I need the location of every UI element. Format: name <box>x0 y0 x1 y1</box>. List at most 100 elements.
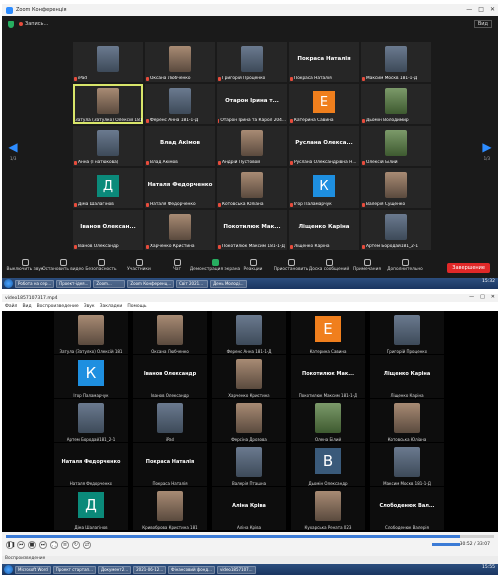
fullscreen-icon[interactable]: ⛶ <box>50 541 58 549</box>
participant-tile[interactable]: Олена Білий <box>291 399 365 442</box>
taskbar-item[interactable]: Microsoft Word <box>15 565 51 574</box>
menu-item[interactable]: Закладки <box>100 304 123 309</box>
maximize-icon[interactable]: □ <box>480 294 485 300</box>
video-frame[interactable]: Затула (Затулко) Олексій 181 Оксана Любче… <box>2 311 498 532</box>
participant-tile[interactable]: Ферсіна Дрозова <box>212 399 286 442</box>
participant-tile[interactable]: Артем Бородай181_2-1 <box>361 210 431 250</box>
menu-item[interactable]: Помощь <box>127 304 146 309</box>
playlist-icon[interactable]: ≡ <box>61 541 69 549</box>
participant-tile[interactable]: Затула (Затулко) Олексій 181 <box>54 311 128 354</box>
participant-tile[interactable]: Слободенюк Вал... Слободенюк Валерія <box>370 487 444 530</box>
participant-tile[interactable]: Покотилюк Мак... Покотилюк Максим 181-1-Д <box>291 355 365 398</box>
seek-bar[interactable] <box>6 535 494 538</box>
participant-tile[interactable]: Андрій Пустовой <box>217 126 287 166</box>
volume-slider[interactable] <box>432 543 460 546</box>
previous-icon[interactable]: ⏮ <box>17 541 25 549</box>
participant-tile[interactable]: Отарон Ірина т... Отарон Ірина та Карол 2… <box>217 84 287 124</box>
taskbar-item[interactable]: Світ 2021... <box>176 279 209 288</box>
participant-tile[interactable]: Затула (Затулко) Олексій 181 <box>73 84 143 124</box>
menu-item[interactable]: Звук <box>84 304 95 309</box>
participant-tile[interactable]: Покраса Наталія Покраса Наталія <box>133 443 207 486</box>
participant-tile[interactable]: Ліщенко Каріна Ліщенко Каріна <box>289 210 359 250</box>
notes-button[interactable]: Примечания <box>348 259 386 272</box>
participant-tile[interactable]: Руслана Олекса... Руслана Олександрівна Н… <box>289 126 359 166</box>
participant-tile[interactable]: К Ігор Паламарчук <box>54 355 128 398</box>
mute-button[interactable]: Выключить звук <box>6 259 44 272</box>
play-pause-icon[interactable]: ❚❚ <box>6 541 15 549</box>
participant-tile[interactable]: Покотилюк Мак... Покотилюк Максим 181-1-Д <box>217 210 287 250</box>
menu-item[interactable]: Файл <box>5 304 17 309</box>
taskbar-item[interactable]: 2021-06-12... <box>133 565 167 574</box>
participant-tile[interactable]: Максим Москв 181-1-Д <box>370 443 444 486</box>
participant-tile[interactable]: Наталя Федорченко Наталя Федорченко <box>54 443 128 486</box>
loop-icon[interactable]: ↻ <box>72 541 80 549</box>
participant-tile[interactable]: Аліна Кріва Аліна Кріва <box>212 487 286 530</box>
participant-tile[interactable]: Анна (Гнатюкова) <box>73 126 143 166</box>
taskbar-item[interactable]: Zoom Конференц... <box>127 279 175 288</box>
participant-tile[interactable]: Ференс Анна 181-1-Д <box>145 84 215 124</box>
taskbar-item[interactable]: Проект-ідея... <box>56 279 92 288</box>
participant-tile[interactable]: Оксана Любченко <box>133 311 207 354</box>
participant-tile[interactable]: Е Катерина Савина <box>291 311 365 354</box>
participant-tile[interactable]: Григорій Проценко <box>370 311 444 354</box>
participant-tile[interactable]: Д Діма Шалагінов <box>73 168 143 208</box>
menu-item[interactable]: Вид <box>22 304 31 309</box>
participant-tile[interactable]: Наталя Федорченко Наталя Федорченко <box>145 168 215 208</box>
participants-button[interactable]: Участники <box>120 259 158 272</box>
end-meeting-button[interactable]: Завершение <box>447 263 490 273</box>
close-icon[interactable]: ✕ <box>490 6 495 13</box>
participant-tile[interactable]: Покраса Наталія Покраса Наталія <box>289 42 359 82</box>
share-screen-button[interactable]: Демонстрация экрана <box>190 259 240 272</box>
participant-tile[interactable]: Дьомін Володимир <box>361 84 431 124</box>
next-icon[interactable]: ⏭ <box>39 541 47 549</box>
reactions-button[interactable]: Реакции <box>234 259 272 272</box>
participant-tile[interactable]: Котовська Юліана <box>370 399 444 442</box>
participant-tile[interactable]: Кривоброва Кристина 181 <box>133 487 207 530</box>
participant-tile[interactable]: Іванов Олексан... Іванов Олександр <box>73 210 143 250</box>
participant-tile[interactable]: Ференс Анна 181-1-Д <box>212 311 286 354</box>
taskbar-item[interactable]: Фінансовий фонд... <box>168 565 215 574</box>
participant-tile[interactable]: iPad <box>73 42 143 82</box>
participant-tile[interactable]: Максим Москв 181-1-Д <box>361 42 431 82</box>
taskbar-item[interactable]: День Молоді... <box>210 279 247 288</box>
taskbar-item[interactable]: video1857107... <box>216 565 256 574</box>
participant-tile[interactable]: Артем Бородай181_2-1 <box>54 399 128 442</box>
participant-tile[interactable]: К Ігор Паламарчук <box>289 168 359 208</box>
taskbar-item[interactable]: Робота на сер... <box>15 279 55 288</box>
participant-tile[interactable]: Валерія Сущенко <box>361 168 431 208</box>
prev-page-arrow-icon[interactable]: ◀ <box>8 140 18 154</box>
participant-tile[interactable]: iPad <box>133 399 207 442</box>
stop-video-button[interactable]: Остановить видео <box>42 259 84 272</box>
participant-tile[interactable]: Котовська Юліана <box>217 168 287 208</box>
participant-tile[interactable]: Валерія Пташна <box>212 443 286 486</box>
stop-icon[interactable]: ■ <box>28 541 36 549</box>
participant-tile[interactable]: Харченко Кристина <box>145 210 215 250</box>
whiteboard-button[interactable]: Доска сообщений <box>309 259 349 272</box>
taskbar-item[interactable]: Проект стартап... <box>52 565 96 574</box>
recording-indicator[interactable]: Запись... <box>19 21 48 27</box>
taskbar-item[interactable]: Zoom... <box>93 279 126 288</box>
shuffle-icon[interactable]: ⇄ <box>83 541 91 549</box>
participant-tile[interactable]: Влад Акімов Влад Акімов <box>145 126 215 166</box>
participant-tile[interactable]: Е Катерина Савина <box>289 84 359 124</box>
taskbar-item[interactable]: Документ2... <box>97 565 132 574</box>
participant-tile[interactable]: Д Діма Шалагінов <box>54 487 128 530</box>
menu-item[interactable]: Воспроизведение <box>37 304 79 309</box>
next-page-arrow-icon[interactable]: ▶ <box>482 140 492 154</box>
minimize-icon[interactable]: — <box>466 6 472 13</box>
start-button-icon[interactable] <box>4 279 13 288</box>
participant-tile[interactable]: Іванов Олександр Іванов Олександр <box>133 355 207 398</box>
maximize-icon[interactable]: □ <box>478 6 484 13</box>
participant-tile[interactable]: Ліщенко Каріна Ліщенко Каріна <box>370 355 444 398</box>
more-button[interactable]: Дополнительно <box>386 259 424 272</box>
participant-tile[interactable]: Григорій Проценко <box>217 42 287 82</box>
start-button-icon[interactable] <box>4 565 13 574</box>
participant-tile[interactable]: Кухарська Рената 023 <box>291 487 365 530</box>
view-button[interactable]: Вид <box>473 20 492 28</box>
close-icon[interactable]: ✕ <box>491 294 495 300</box>
security-button[interactable]: Безопасность <box>82 259 120 272</box>
participant-tile[interactable]: Олексій Білий <box>361 126 431 166</box>
minimize-icon[interactable]: — <box>469 294 474 300</box>
pause-button[interactable]: Приостановить <box>272 259 310 272</box>
security-shield-icon[interactable] <box>8 20 14 28</box>
